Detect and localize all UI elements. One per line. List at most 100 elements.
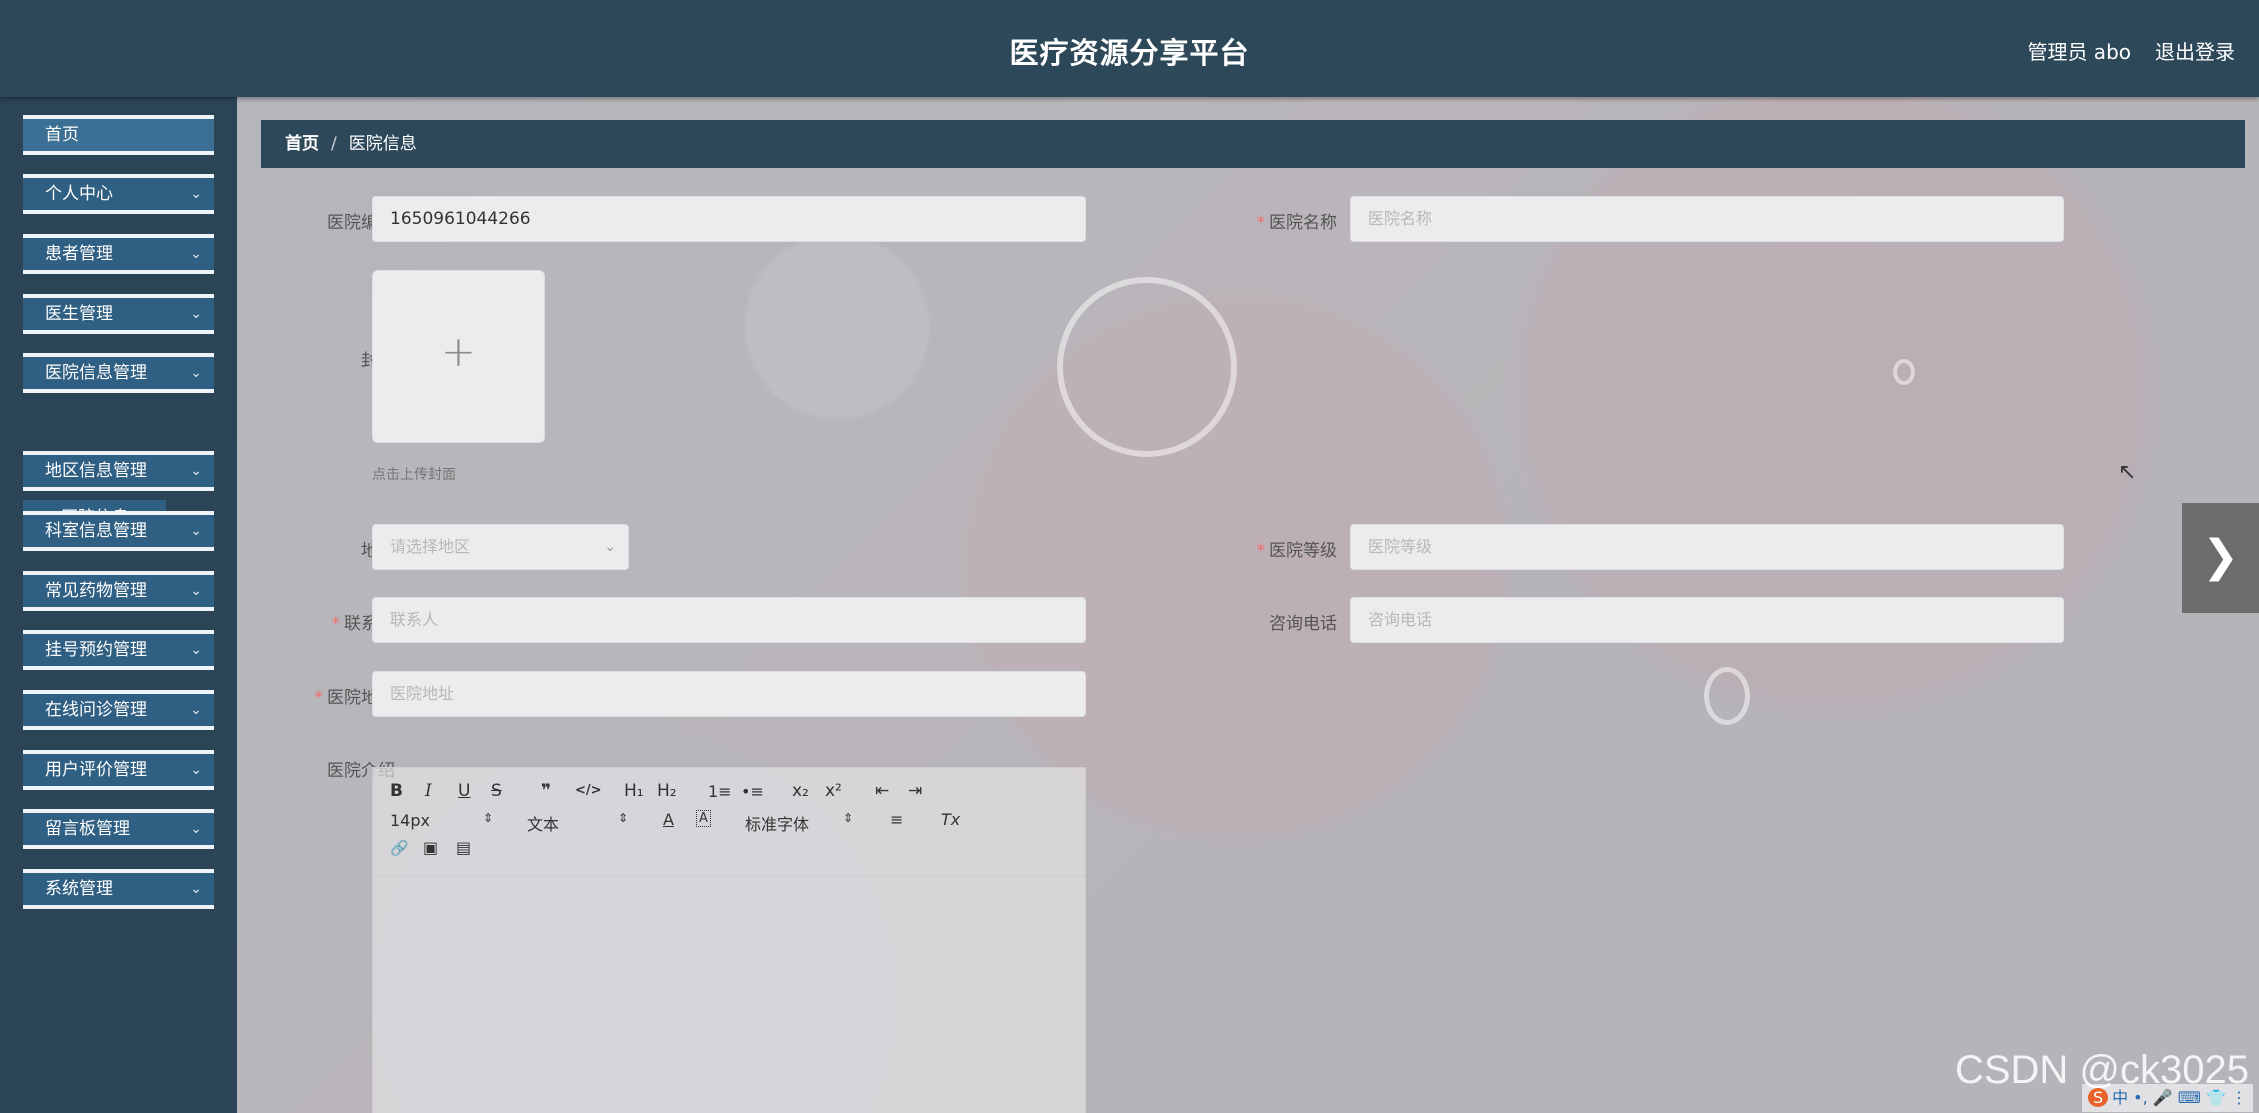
sidebar-item-label: 常见药物管理 <box>45 581 147 601</box>
chevron-down-icon: ⌄ <box>190 583 202 599</box>
breadcrumb-separator: / <box>331 134 337 154</box>
link-icon[interactable]: 🔗 <box>390 839 409 857</box>
sidebar-item-doctors[interactable]: 医生管理 ⌄ <box>23 294 214 334</box>
sidebar-item-appointments[interactable]: 挂号预约管理 ⌄ <box>23 630 214 670</box>
address-input[interactable]: 医院地址 <box>372 671 1086 717</box>
bold-button[interactable]: B <box>390 781 403 801</box>
breadcrumb: 首页 / 医院信息 <box>261 120 2245 168</box>
video-icon[interactable]: ▤ <box>456 838 471 857</box>
chevron-updown-icon: ⇕ <box>618 811 629 825</box>
level-label: * 医院等级 <box>1256 541 1338 561</box>
sidebar-item-home[interactable]: 首页 <box>23 115 214 155</box>
chevron-down-icon: ⌄ <box>190 523 202 539</box>
ime-tray[interactable]: S中 •, 🎤 ⌨ 👕 ⋮ <box>2081 1084 2253 1112</box>
sidebar-item-label: 系统管理 <box>45 879 113 899</box>
phone-label: 咨询电话 <box>1269 614 1337 634</box>
sidebar-item-label: 留言板管理 <box>45 819 130 839</box>
font-family-select[interactable]: 标准字体 <box>745 811 809 835</box>
font-color-icon[interactable]: A <box>663 810 674 829</box>
region-select[interactable]: 请选择地区 ⌄ <box>372 524 629 570</box>
outdent-icon[interactable]: ⇤ <box>875 781 889 801</box>
chevron-down-icon: ⌄ <box>604 539 616 555</box>
sidebar-item-drugs[interactable]: 常见药物管理 ⌄ <box>23 571 214 611</box>
sidebar-item-label: 在线问诊管理 <box>45 700 147 720</box>
hospital-name-label: * 医院名称 <box>1256 213 1338 233</box>
chevron-down-icon: ⌄ <box>190 762 202 778</box>
main-content: 首页/医院信息 医院编号 1650961044266 *医院名称 医院名称 封面… <box>237 97 2259 1113</box>
font-size-select[interactable]: 14px <box>390 811 430 830</box>
italic-button[interactable]: I <box>425 781 432 801</box>
rich-text-editor: B I U S ❞ </> H₁ H₂ 1≡ •≡ x₂ x² ⇤ ⇥ 14px… <box>372 767 1086 1113</box>
sidebar: 首页 个人中心⌄ 患者管理⌄ 医生管理⌄ 医院信息管理⌄ 医院信息 地区信息管理… <box>0 97 237 1113</box>
clear-format-icon[interactable]: Tx <box>941 810 960 829</box>
indent-icon[interactable]: ⇥ <box>908 781 922 801</box>
h2-button[interactable]: H₂ <box>657 781 677 801</box>
code-icon[interactable]: </> <box>575 783 602 798</box>
sidebar-item-label: 患者管理 <box>45 244 113 264</box>
sidebar-item-label: 用户评价管理 <box>45 760 147 780</box>
sidebar-item-label: 地区信息管理 <box>45 461 147 481</box>
strike-button[interactable]: S <box>491 781 502 801</box>
chevron-down-icon: ⌄ <box>190 306 202 322</box>
chevron-right-icon[interactable]: ❯ <box>2182 503 2259 613</box>
align-icon[interactable]: ≡ <box>890 810 903 829</box>
cover-upload-hint: 点击上传封面 <box>372 467 456 483</box>
sidebar-item-label: 医生管理 <box>45 304 113 324</box>
sidebar-item-hospital-info[interactable]: 医院信息管理 ⌄ <box>23 353 214 393</box>
chevron-updown-icon: ⇕ <box>843 811 854 825</box>
editor-toolbar: B I U S ❞ </> H₁ H₂ 1≡ •≡ x₂ x² ⇤ ⇥ 14px… <box>373 768 1085 876</box>
sidebar-item-consultation[interactable]: 在线问诊管理 ⌄ <box>23 690 214 730</box>
sidebar-item-regions[interactable]: 地区信息管理 ⌄ <box>23 451 214 491</box>
ime-status: 中 •, 🎤 ⌨ 👕 ⋮ <box>2112 1088 2247 1107</box>
sidebar-item-label: 个人中心 <box>45 184 113 204</box>
bullet-list-icon[interactable]: •≡ <box>741 782 764 801</box>
underline-button[interactable]: U <box>458 781 470 801</box>
chevron-down-icon: ⌄ <box>190 246 202 262</box>
superscript-button[interactable]: x² <box>825 781 842 801</box>
background-color-icon[interactable]: A <box>696 810 711 827</box>
chevron-down-icon: ⌄ <box>190 463 202 479</box>
background-decoration <box>1704 667 1750 725</box>
sidebar-item-departments[interactable]: 科室信息管理 ⌄ <box>23 511 214 551</box>
chevron-down-icon: ⌄ <box>190 365 202 381</box>
hospital-name-input[interactable]: 医院名称 <box>1350 196 2064 242</box>
level-input[interactable]: 医院等级 <box>1350 524 2064 570</box>
chevron-down-icon: ⌄ <box>190 642 202 658</box>
chevron-down-icon: ⌄ <box>190 881 202 897</box>
h1-button[interactable]: H₁ <box>624 781 644 801</box>
logout-link[interactable]: 退出登录 <box>2155 36 2235 65</box>
breadcrumb-home[interactable]: 首页 <box>285 134 319 154</box>
sidebar-item-patients[interactable]: 患者管理 ⌄ <box>23 234 214 274</box>
background-decoration <box>1893 359 1915 385</box>
chevron-updown-icon: ⇕ <box>483 811 494 825</box>
sidebar-item-label: 首页 <box>45 125 79 145</box>
top-header: 医疗资源分享平台 管理员 abo 退出登录 <box>0 0 2259 97</box>
sidebar-item-label: 挂号预约管理 <box>45 640 147 660</box>
sidebar-item-personal[interactable]: 个人中心 ⌄ <box>23 174 214 214</box>
image-icon[interactable]: ▣ <box>423 838 438 857</box>
breadcrumb-current: 医院信息 <box>348 134 417 154</box>
current-user: 管理员 abo <box>2027 40 2131 64</box>
ordered-list-icon[interactable]: 1≡ <box>708 782 732 801</box>
mouse-cursor-icon: ↖ <box>2118 460 2137 485</box>
sidebar-item-label: 科室信息管理 <box>45 521 147 541</box>
sidebar-item-system[interactable]: 系统管理 ⌄ <box>23 869 214 909</box>
subscript-button[interactable]: x₂ <box>792 781 809 801</box>
sidebar-item-messages[interactable]: 留言板管理 ⌄ <box>23 809 214 849</box>
hospital-no-input[interactable]: 1650961044266 <box>372 196 1086 242</box>
phone-input[interactable]: 咨询电话 <box>1350 597 2064 643</box>
chevron-down-icon: ⌄ <box>190 821 202 837</box>
plus-icon: + <box>440 327 477 376</box>
contact-input[interactable]: 联系人 <box>372 597 1086 643</box>
ime-logo-icon: S <box>2087 1088 2109 1107</box>
chevron-down-icon: ⌄ <box>190 702 202 718</box>
editor-content-area[interactable] <box>373 876 1085 1113</box>
sidebar-item-reviews[interactable]: 用户评价管理 ⌄ <box>23 750 214 790</box>
header-select[interactable]: 文本 <box>527 811 559 835</box>
app-title: 医疗资源分享平台 <box>1009 36 1250 70</box>
sidebar-item-label: 医院信息管理 <box>45 363 147 383</box>
cover-upload[interactable]: + <box>372 270 545 443</box>
quote-icon[interactable]: ❞ <box>541 781 551 801</box>
chevron-down-icon: ⌄ <box>190 186 202 202</box>
background-decoration <box>1057 277 1237 457</box>
